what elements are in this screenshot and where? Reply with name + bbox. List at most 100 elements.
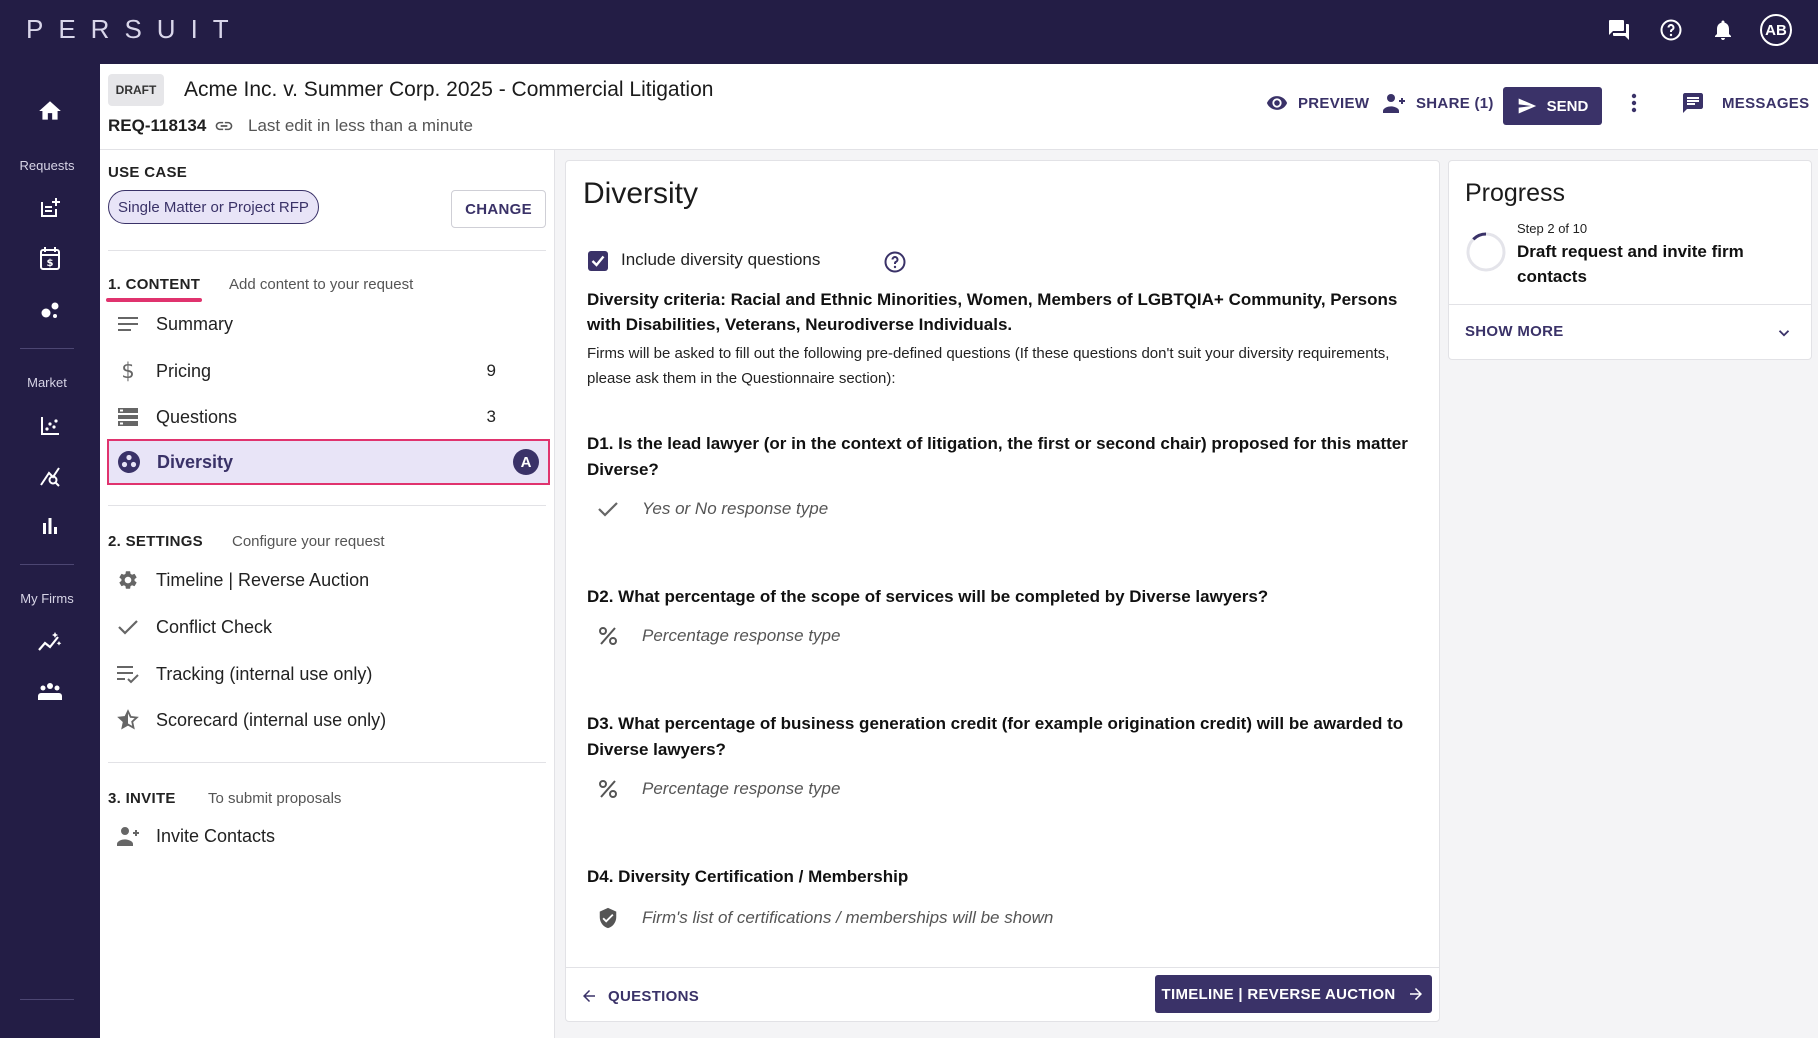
question-response: Percentage response type bbox=[596, 626, 840, 646]
response-type: Percentage response type bbox=[642, 626, 841, 645]
next-timeline-button[interactable]: TIMELINE | REVERSE AUCTION bbox=[1155, 975, 1432, 1013]
section-settings-sub: Configure your request bbox=[232, 533, 385, 550]
question-title: D4. Diversity Certification / Membership bbox=[587, 867, 909, 886]
svg-text:$: $ bbox=[47, 258, 54, 269]
nav-item-questions[interactable]: Questions 3 bbox=[108, 396, 546, 438]
chevron-down-icon[interactable] bbox=[1775, 324, 1793, 347]
question-title: D3. What percentage of business generati… bbox=[587, 714, 1404, 759]
nav-item-invite-contacts[interactable]: Invite Contacts bbox=[108, 815, 546, 857]
calendar-dollar-icon[interactable]: $ bbox=[0, 246, 100, 272]
send-icon bbox=[1518, 98, 1536, 114]
nav-item-label: Questions bbox=[156, 406, 238, 427]
top-actions: AB bbox=[1604, 14, 1792, 46]
star-half-icon bbox=[108, 709, 148, 731]
nav-item-label: Scorecard (internal use only) bbox=[156, 709, 387, 730]
top-bar: PERSUIT AB bbox=[0, 0, 1818, 64]
question-response: Percentage response type bbox=[596, 779, 840, 799]
diversity-card: Diversity Include diversity questions Di… bbox=[565, 160, 1440, 1022]
list-blocks-icon bbox=[108, 407, 148, 427]
percent-icon bbox=[596, 779, 620, 799]
help-icon[interactable] bbox=[883, 250, 907, 279]
arrow-forward-icon bbox=[1410, 988, 1423, 1000]
check-icon bbox=[108, 618, 148, 636]
nav-item-label: Diversity bbox=[157, 451, 234, 472]
send-button[interactable]: SEND bbox=[1503, 87, 1602, 125]
checklist-icon bbox=[108, 664, 148, 684]
percent-icon bbox=[596, 626, 620, 646]
nav-item-pricing[interactable]: $ Pricing 9 bbox=[108, 350, 546, 392]
response-type: Yes or No response type bbox=[642, 499, 829, 518]
check-icon bbox=[591, 255, 605, 267]
check-icon bbox=[596, 500, 620, 518]
request-nav-panel: USE CASE Single Matter or Project RFP CH… bbox=[100, 150, 555, 1038]
nav-item-label: Timeline | Reverse Auction bbox=[156, 569, 370, 590]
messages-button[interactable]: MESSAGES bbox=[1680, 84, 1809, 122]
bell-icon[interactable] bbox=[1708, 15, 1738, 45]
left-rail: Requests $ Market My Firms bbox=[0, 64, 100, 1038]
change-button[interactable]: CHANGE bbox=[451, 190, 546, 228]
scatter-chart-icon[interactable] bbox=[0, 414, 100, 438]
groups-icon[interactable] bbox=[0, 680, 100, 704]
send-label: SEND bbox=[1546, 97, 1589, 115]
nav-item-label: Invite Contacts bbox=[156, 825, 276, 846]
person-add-icon bbox=[1383, 94, 1405, 113]
rail-divider bbox=[20, 564, 74, 565]
progress-step-text: Draft request and invite firm contacts bbox=[1517, 242, 1744, 286]
use-case-label: USE CASE bbox=[108, 164, 188, 181]
nav-item-summary[interactable]: Summary bbox=[108, 303, 546, 345]
section-settings-label: 2. SETTINGS bbox=[108, 533, 203, 550]
notes-icon bbox=[108, 315, 148, 333]
progress-spinner-icon bbox=[1465, 231, 1507, 278]
progress-card: Progress Step 2 of 10 Draft request and … bbox=[1448, 160, 1812, 360]
divider bbox=[108, 250, 546, 251]
diversity-criteria: Diversity criteria: Racial and Ethnic Mi… bbox=[587, 290, 1398, 334]
show-more-button[interactable]: SHOW MORE bbox=[1465, 323, 1564, 340]
section-invite-sub: To submit proposals bbox=[208, 790, 342, 807]
rail-divider bbox=[20, 348, 74, 349]
person-add-icon bbox=[108, 826, 148, 846]
more-vert-icon[interactable] bbox=[1630, 92, 1638, 119]
divider bbox=[108, 762, 546, 763]
nav-item-label: Pricing bbox=[156, 360, 212, 381]
nav-item-timeline[interactable]: Timeline | Reverse Auction bbox=[108, 559, 546, 601]
rail-label-my-firms: My Firms bbox=[20, 591, 74, 606]
new-request-icon[interactable] bbox=[0, 196, 100, 220]
nav-item-tracking[interactable]: Tracking (internal use only) bbox=[108, 653, 546, 695]
eye-icon bbox=[1266, 96, 1288, 110]
bar-chart-icon[interactable] bbox=[0, 514, 100, 538]
help-icon[interactable] bbox=[1656, 15, 1686, 45]
bubbles-icon[interactable] bbox=[0, 298, 100, 322]
question-response: Firm's list of certifications / membersh… bbox=[596, 906, 1053, 930]
progress-title: Progress bbox=[1465, 179, 1566, 207]
include-diversity-checkbox[interactable] bbox=[588, 251, 608, 271]
diversity-criteria-note: Firms will be asked to fill out the foll… bbox=[587, 345, 1390, 387]
section-content-label: 1. CONTENT bbox=[108, 276, 201, 293]
response-type: Firm's list of certifications / membersh… bbox=[642, 908, 1054, 927]
trend-stars-icon[interactable] bbox=[0, 630, 100, 654]
preview-label: PREVIEW bbox=[1298, 94, 1370, 112]
home-icon[interactable] bbox=[0, 98, 100, 124]
search-insights-icon[interactable] bbox=[0, 464, 100, 488]
nav-item-badge: A bbox=[513, 449, 539, 475]
persuit-logo[interactable]: PERSUIT bbox=[26, 14, 244, 45]
section-title: Diversity bbox=[583, 177, 699, 210]
gear-icon bbox=[108, 569, 148, 591]
chat-icon[interactable] bbox=[1604, 15, 1634, 45]
share-label: SHARE (1) bbox=[1416, 94, 1494, 112]
link-icon[interactable] bbox=[214, 116, 234, 141]
diversity-icon bbox=[109, 450, 149, 474]
share-button[interactable]: SHARE (1) bbox=[1382, 84, 1494, 122]
section-invite-label: 3. INVITE bbox=[108, 790, 176, 807]
user-avatar[interactable]: AB bbox=[1760, 14, 1792, 46]
nav-item-conflict-check[interactable]: Conflict Check bbox=[108, 606, 546, 648]
response-type: Percentage response type bbox=[642, 779, 841, 798]
request-header: DRAFT Acme Inc. v. Summer Corp. 2025 - C… bbox=[100, 64, 1818, 150]
question-response: Yes or No response type bbox=[596, 499, 828, 519]
nav-item-scorecard[interactable]: Scorecard (internal use only) bbox=[108, 699, 546, 741]
nav-item-label: Tracking (internal use only) bbox=[156, 663, 373, 684]
back-to-questions-button[interactable]: QUESTIONS bbox=[580, 987, 699, 1005]
message-icon bbox=[1683, 93, 1703, 113]
nav-item-diversity[interactable]: Diversity A bbox=[107, 439, 550, 485]
include-diversity-label[interactable]: Include diversity questions bbox=[621, 250, 820, 270]
preview-button[interactable]: PREVIEW bbox=[1266, 84, 1369, 122]
